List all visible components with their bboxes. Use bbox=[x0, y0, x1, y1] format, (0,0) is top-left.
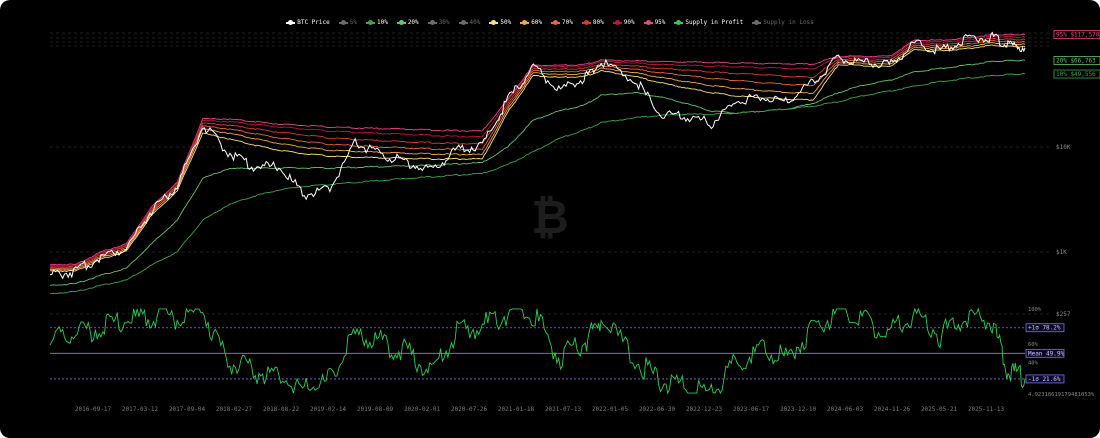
price-tick-label: $257 bbox=[1056, 311, 1071, 318]
x-tick-label: 2023-12-10 bbox=[780, 406, 817, 413]
price-tick-label: $10K bbox=[1056, 144, 1071, 151]
x-tick-label: 2018-08-22 bbox=[263, 406, 300, 413]
reference-label: +1σ 78.2% bbox=[1028, 325, 1061, 332]
supply-in-profit-line bbox=[49, 307, 1026, 395]
x-tick-label: 2022-01-05 bbox=[592, 406, 629, 413]
band-labels: 95% $117,570 20% $66,763 10% $49,556 bbox=[1053, 30, 1100, 79]
x-tick-label: 2024-06-03 bbox=[827, 406, 864, 413]
oscillator-tick-label: 60% bbox=[1028, 342, 1039, 348]
x-tick-label: 2022-12-23 bbox=[686, 406, 723, 413]
band-line-20pct bbox=[49, 59, 1026, 286]
band-badge-label: 20% $66,763 bbox=[1056, 57, 1096, 64]
x-tick-label: 2022-06-30 bbox=[639, 406, 676, 413]
x-tick-label: 2025-05-21 bbox=[921, 406, 958, 413]
x-tick-label: 2021-07-13 bbox=[545, 406, 582, 413]
oscillator-tick-label: 40% bbox=[1028, 360, 1039, 366]
band-line-10pct bbox=[49, 73, 1026, 295]
oscillator: +1σ 78.2% Mean 49.9% -1σ 21.6% bbox=[49, 307, 1065, 395]
x-tick-label: 2025-11-13 bbox=[968, 406, 1005, 413]
oscillator-tick-label: 100% bbox=[1028, 307, 1042, 313]
band-lines bbox=[49, 33, 1026, 295]
chart-frame: BTC Price 5% 10% 20% 30% 40% 50% 60% 70% 80% 90% 95… bbox=[0, 0, 1100, 438]
x-tick-label: 2016-09-17 bbox=[75, 406, 112, 413]
x-tick-label: 2021-01-18 bbox=[498, 406, 535, 413]
x-axis: 2016-09-17 2017-03-12 2017-09-04 2018-02-27… bbox=[75, 406, 1005, 413]
band-badge-label: 95% $117,570 bbox=[1056, 32, 1100, 39]
x-tick-label: 2020-02-01 bbox=[404, 406, 441, 413]
x-tick-label: 2024-11-26 bbox=[874, 406, 911, 413]
logo-watermark: ₿ bbox=[531, 190, 569, 244]
price-axis: $10K $1K $257 bbox=[1056, 144, 1071, 318]
x-tick-label: 2017-09-04 bbox=[169, 406, 206, 413]
grid bbox=[50, 32, 1050, 315]
reference-label: Mean 49.9% bbox=[1028, 350, 1065, 357]
x-tick-label: 2017-03-12 bbox=[122, 406, 159, 413]
x-tick-label: 2018-02-27 bbox=[216, 406, 253, 413]
x-tick-label: 2020-07-26 bbox=[451, 406, 488, 413]
reference-label: -1σ 21.6% bbox=[1028, 376, 1061, 383]
x-tick-label: 2019-02-14 bbox=[310, 406, 347, 413]
band-badge-label: 10% $49,556 bbox=[1056, 71, 1096, 78]
x-tick-label: 2019-08-09 bbox=[357, 406, 394, 413]
oscillator-tick-label: 4.92318619179481053% bbox=[1028, 392, 1095, 398]
price-tick-label: $1K bbox=[1056, 249, 1067, 256]
x-tick-label: 2023-06-17 bbox=[733, 406, 770, 413]
